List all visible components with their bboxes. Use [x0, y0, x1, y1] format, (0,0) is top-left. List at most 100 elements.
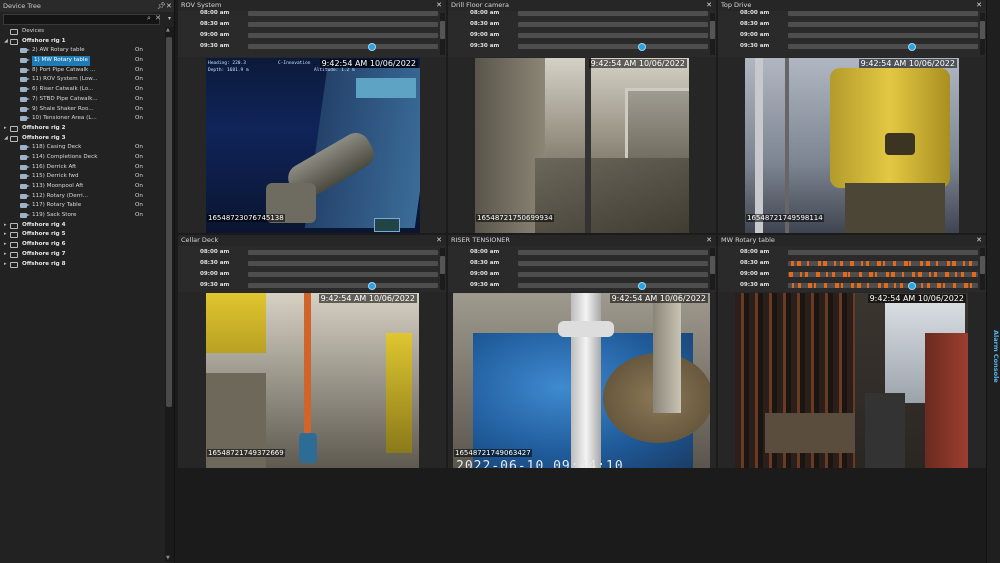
event-marker[interactable] — [850, 261, 855, 266]
timeline-row[interactable]: 09:30 am — [448, 41, 708, 52]
event-marker[interactable] — [885, 272, 889, 277]
timeline-row[interactable]: 08:00 am — [178, 8, 438, 19]
timeline-row[interactable]: 08:00 am — [718, 247, 978, 258]
timeline-track[interactable] — [518, 44, 708, 49]
event-marker[interactable] — [808, 283, 813, 288]
timeline-track[interactable] — [788, 44, 978, 49]
event-marker[interactable] — [796, 261, 801, 266]
device-search-input[interactable]: ⌕ ✕ — [3, 14, 161, 25]
timeline-scrollbar[interactable] — [980, 13, 985, 55]
tree-item-camera[interactable]: 117) Rotary Table On — [0, 201, 165, 211]
tree-item-camera[interactable]: 114) Completions Deck On — [0, 153, 165, 163]
event-marker[interactable] — [909, 261, 912, 266]
timeline-track[interactable] — [788, 11, 978, 16]
timeline-scrollbar[interactable] — [440, 248, 445, 290]
camera-panel[interactable]: Drill Floor camera ✕ 08:00 am 08:30 am 09:00… — [448, 0, 716, 233]
dropdown-icon[interactable]: ▾ — [168, 15, 171, 22]
scroll-up-icon[interactable]: ▲ — [166, 27, 170, 33]
event-marker[interactable] — [968, 261, 972, 266]
timeline[interactable]: 08:00 am 08:30 am 09:00 am 09:30 am — [718, 246, 986, 292]
video-feed[interactable]: 9:42:54 AM 10/06/2022 16548721750699934 — [475, 58, 689, 233]
event-marker[interactable] — [867, 283, 870, 288]
event-marker[interactable] — [963, 261, 965, 266]
timeline-track[interactable] — [248, 33, 438, 38]
timeline-track[interactable] — [518, 22, 708, 27]
event-marker[interactable] — [835, 283, 839, 288]
tree-item-camera[interactable]: 113) Moonpool Aft On — [0, 182, 165, 192]
timeline-scroll-thumb[interactable] — [980, 256, 985, 274]
event-marker[interactable] — [921, 283, 923, 288]
tree-item-camera[interactable]: 118) Casing Deck On — [0, 143, 165, 153]
timeline-track[interactable] — [518, 33, 708, 38]
event-marker[interactable] — [955, 272, 958, 277]
timeline-row[interactable]: 09:00 am — [448, 269, 708, 280]
timeline-track[interactable] — [518, 11, 708, 16]
tree-item-camera[interactable]: 115) Derrick fwd On — [0, 172, 165, 182]
timeline-track[interactable] — [248, 44, 438, 49]
event-marker[interactable] — [969, 283, 972, 288]
playhead-knob[interactable] — [907, 281, 916, 290]
timeline-row[interactable]: 09:00 am — [718, 269, 978, 280]
event-marker[interactable] — [866, 261, 870, 266]
tree-item-rig[interactable]: ▸ Offshore rig 2 — [0, 124, 165, 134]
timeline-track[interactable] — [248, 11, 438, 16]
timeline-scroll-thumb[interactable] — [980, 21, 985, 39]
event-marker[interactable] — [946, 261, 950, 266]
timeline-scroll-thumb[interactable] — [440, 256, 445, 274]
event-marker[interactable] — [920, 261, 923, 266]
tree-item-rig[interactable]: ◢ Offshore rig 1 — [0, 37, 165, 47]
timeline-row[interactable]: 09:30 am — [718, 41, 978, 52]
event-marker[interactable] — [815, 272, 820, 277]
tree-item-camera[interactable]: 112) Rotary (Derri... On — [0, 192, 165, 202]
timeline[interactable]: 08:00 am 08:30 am 09:00 am 09:30 am — [448, 8, 716, 57]
event-marker[interactable] — [826, 272, 829, 277]
event-marker[interactable] — [942, 283, 945, 288]
event-marker[interactable] — [964, 283, 968, 288]
event-marker[interactable] — [891, 272, 896, 277]
timeline-scrollbar[interactable] — [440, 13, 445, 55]
video-feed[interactable]: 9:42:54 AM 10/06/2022 16548721749063427 20… — [453, 293, 710, 468]
playhead-knob[interactable] — [367, 281, 376, 290]
timeline-row[interactable]: 08:30 am — [178, 19, 438, 30]
event-marker[interactable] — [918, 272, 922, 277]
timeline-track[interactable] — [518, 272, 708, 277]
event-marker[interactable] — [789, 272, 793, 277]
video-feed[interactable]: Heading: 220.3 Depth: 1681.9 m C-Innovatio… — [206, 58, 420, 233]
timeline-track[interactable] — [248, 283, 438, 288]
timeline-scroll-thumb[interactable] — [440, 21, 445, 39]
timeline[interactable]: 08:00 am 08:30 am 09:00 am 09:30 am — [178, 8, 446, 57]
timeline[interactable]: 08:00 am 08:30 am 09:00 am 09:30 am — [448, 246, 716, 292]
camera-panel[interactable]: Top Drive ✕ 08:00 am 08:30 am 09:00 am 09:30 … — [718, 0, 986, 233]
event-marker[interactable] — [799, 272, 802, 277]
event-marker[interactable] — [807, 261, 810, 266]
timeline-track[interactable] — [788, 283, 978, 288]
tree-item-camera[interactable]: 11) ROV System (Low... On — [0, 75, 165, 85]
timeline[interactable]: 08:00 am 08:30 am 09:00 am 09:30 am — [718, 8, 986, 57]
event-marker[interactable] — [926, 283, 930, 288]
timeline-row[interactable]: 08:30 am — [448, 19, 708, 30]
search-icon[interactable]: ⌕ — [147, 14, 151, 23]
event-marker[interactable] — [944, 272, 949, 277]
event-marker[interactable] — [860, 261, 863, 266]
timeline-track[interactable] — [518, 283, 708, 288]
expand-arrow-icon[interactable]: ▸ — [4, 260, 7, 270]
tree-item-rig[interactable]: ▸ Offshore rig 5 — [0, 230, 165, 240]
event-marker[interactable] — [961, 272, 964, 277]
timeline-row[interactable]: 08:00 am — [448, 8, 708, 19]
close-panel-icon[interactable]: ✕ — [706, 235, 712, 246]
close-panel-icon[interactable]: ✕ — [976, 235, 982, 246]
timeline-row[interactable]: 08:30 am — [178, 258, 438, 269]
close-icon[interactable]: ✕ — [166, 0, 172, 12]
event-marker[interactable] — [813, 283, 816, 288]
expand-arrow-icon[interactable]: ▸ — [4, 240, 7, 250]
timeline-row[interactable]: 09:30 am — [178, 41, 438, 52]
event-marker[interactable] — [937, 283, 942, 288]
expand-arrow-icon[interactable]: ▸ — [4, 124, 7, 134]
event-marker[interactable] — [936, 261, 939, 266]
tree-item-root[interactable]: Devices — [0, 27, 165, 37]
tree-scroll-thumb[interactable] — [166, 37, 172, 407]
event-marker[interactable] — [953, 283, 957, 288]
event-marker[interactable] — [797, 283, 801, 288]
timeline-track[interactable] — [248, 250, 438, 255]
timeline-row[interactable]: 08:00 am — [718, 8, 978, 19]
